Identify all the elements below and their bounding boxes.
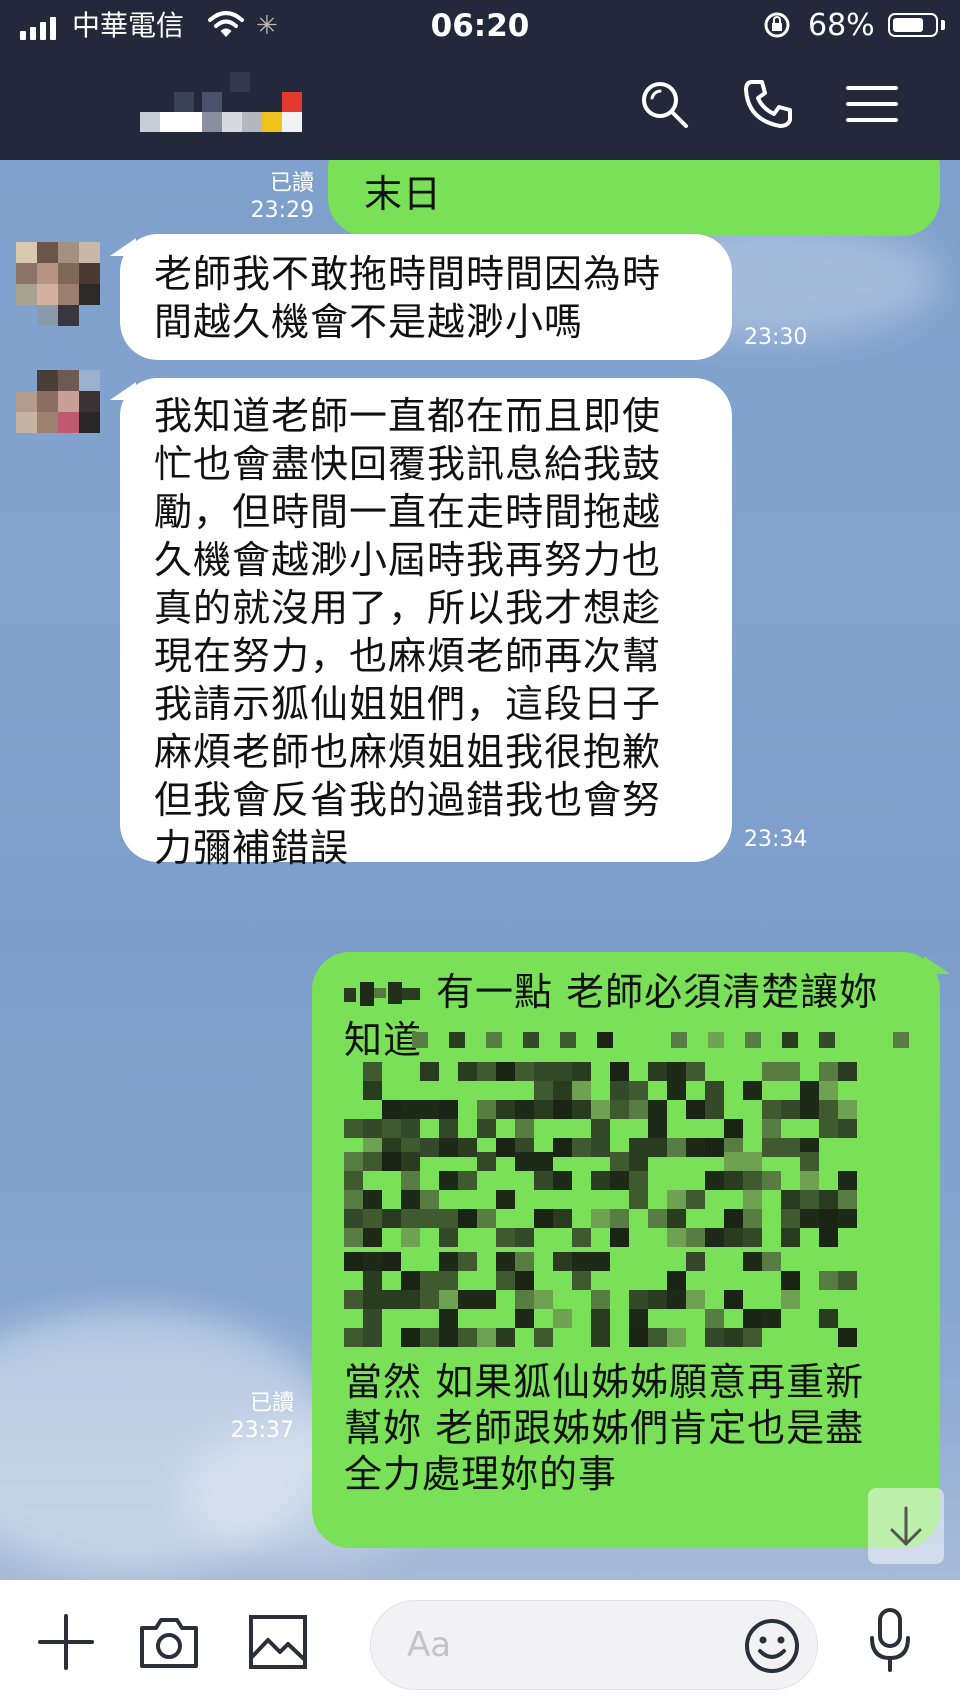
message-line: 全力處理妳的事 bbox=[344, 1452, 618, 1496]
read-label: 已讀 bbox=[249, 1391, 294, 1416]
chat-header bbox=[0, 52, 960, 160]
message-line: 我知道老師一直都在而且即使 bbox=[154, 394, 662, 438]
menu-icon[interactable] bbox=[844, 76, 900, 132]
arrow-down-icon bbox=[890, 1506, 922, 1546]
outgoing-message-bubble[interactable]: 末日 bbox=[328, 160, 940, 236]
search-icon[interactable] bbox=[636, 76, 692, 132]
message-input[interactable]: Aa bbox=[370, 1600, 818, 1690]
message-line: 力彌補錯誤 bbox=[154, 826, 350, 870]
message-line: 我請示狐仙姐姐們，這段日子 bbox=[154, 682, 662, 726]
battery-icon bbox=[888, 13, 938, 37]
battery-tip bbox=[941, 20, 945, 30]
message-line: 真的就沒用了，所以我才想趁 bbox=[154, 586, 662, 630]
input-placeholder: Aa bbox=[407, 1625, 452, 1665]
message-line: 間越久機會不是越渺小嗎 bbox=[154, 300, 584, 344]
read-receipt: 已讀 23:37 bbox=[212, 1390, 294, 1444]
message-line: 現在努力，也麻煩老師再次幫 bbox=[154, 634, 662, 678]
plus-icon[interactable] bbox=[36, 1612, 96, 1672]
chat-area[interactable]: 已讀 23:29 末日 老師我不敢拖時間時間因為時 間越久機會不是越渺小嗎 23… bbox=[0, 160, 960, 1580]
scroll-to-bottom-button[interactable] bbox=[868, 1488, 944, 1564]
camera-icon[interactable] bbox=[138, 1614, 200, 1670]
message-line: 勵，但時間一直在走時間拖越 bbox=[154, 490, 662, 534]
avatar[interactable] bbox=[16, 370, 100, 454]
emoji-icon[interactable] bbox=[743, 1617, 801, 1675]
chat-name-redacted[interactable] bbox=[140, 72, 310, 132]
message-line: 老師我不敢拖時間時間因為時 bbox=[154, 252, 662, 296]
message-line: 幫妳 老師跟姊姊們肯定也是盡 bbox=[344, 1406, 865, 1450]
read-label: 已讀 bbox=[269, 171, 314, 196]
message-line: 麻煩老師也麻煩姐姐我很抱歉 bbox=[154, 730, 662, 774]
battery-percent: 68% bbox=[808, 8, 875, 43]
avatar[interactable] bbox=[16, 242, 100, 326]
message-input-bar: Aa bbox=[0, 1580, 960, 1708]
message-line: 久機會越渺小屆時我再努力也 bbox=[154, 538, 662, 582]
redacted-content bbox=[312, 952, 940, 1392]
incoming-message-bubble[interactable]: 老師我不敢拖時間時間因為時 間越久機會不是越渺小嗎 bbox=[120, 234, 732, 360]
message-time: 23:34 bbox=[744, 827, 808, 852]
phone-icon[interactable] bbox=[740, 76, 796, 132]
outgoing-message-bubble[interactable]: 有一點 老師必須清楚讓妳 知道 當然 如果狐仙姊姊願意再重新 幫妳 老師跟姊姊們… bbox=[312, 952, 940, 1548]
read-receipt: 已讀 23:29 bbox=[232, 170, 314, 224]
status-bar: 中華電信 ✳ 06:20 68% bbox=[0, 0, 960, 52]
image-icon[interactable] bbox=[248, 1614, 308, 1670]
microphone-icon[interactable] bbox=[866, 1606, 914, 1676]
message-time: 23:37 bbox=[230, 1418, 294, 1443]
message-time: 23:30 bbox=[744, 325, 808, 350]
message-time: 23:29 bbox=[250, 198, 314, 223]
message-line: 忙也會盡快回覆我訊息給我鼓 bbox=[154, 442, 662, 486]
message-line: 但我會反省我的過錯我也會努 bbox=[154, 778, 662, 822]
orientation-lock-icon bbox=[764, 12, 790, 38]
message-line: 當然 如果狐仙姊姊願意再重新 bbox=[344, 1360, 865, 1404]
message-text: 末日 bbox=[364, 172, 443, 216]
incoming-message-bubble[interactable]: 我知道老師一直都在而且即使 忙也會盡快回覆我訊息給我鼓 勵，但時間一直在走時間拖… bbox=[120, 378, 732, 870]
